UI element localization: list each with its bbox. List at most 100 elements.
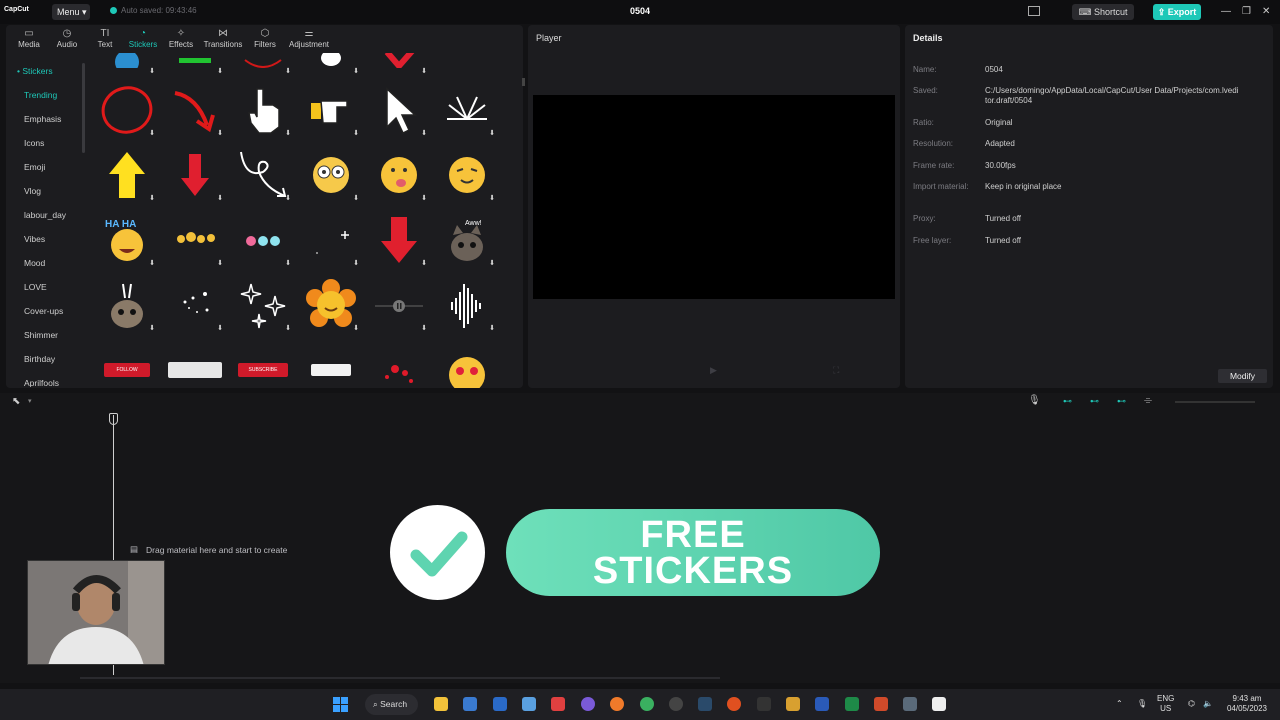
restore-icon[interactable]: ❐ (1242, 6, 1251, 17)
modify-button[interactable]: Modify (1218, 369, 1267, 383)
network-icon[interactable]: ⌬ (1188, 699, 1195, 709)
app-gold-icon[interactable] (786, 697, 800, 711)
app-gray-icon[interactable] (757, 697, 771, 711)
app-red-icon[interactable] (551, 697, 565, 711)
app-orange-icon[interactable] (727, 697, 741, 711)
snap-icon[interactable]: ⊷ (1117, 396, 1126, 407)
category-item[interactable]: Birthday (6, 347, 82, 371)
magnet-icon[interactable]: ⊷ (1090, 396, 1099, 407)
sticker-thumbnail[interactable]: ⬇ (164, 211, 226, 269)
sticker-thumbnail[interactable]: ⬇ (232, 53, 294, 77)
tab-transitions[interactable]: ⋈ Transitions (200, 25, 246, 53)
sticker-thumbnail[interactable]: ⬇ (368, 53, 430, 77)
microphone-icon[interactable]: 🎙 (1028, 395, 1041, 406)
tab-audio[interactable]: ◷ Audio (48, 25, 86, 53)
select-cursor-icon[interactable]: ⬉ (12, 396, 20, 407)
sticker-thumbnail[interactable]: ⬇ (232, 211, 294, 269)
photos-icon[interactable] (522, 697, 536, 711)
sticker-thumbnail[interactable]: ⬇ (300, 53, 362, 77)
sticker-thumbnail[interactable]: ⬇ (164, 276, 226, 334)
sticker-thumbnail[interactable]: ⬇ (368, 211, 430, 269)
sticker-thumbnail[interactable]: ⬇ (368, 276, 430, 334)
sticker-thumbnail[interactable]: ⬇ (436, 81, 498, 139)
sticker-thumbnail[interactable]: ⬇ (368, 341, 430, 388)
zoom-slider[interactable] (1175, 401, 1255, 403)
link-clips-icon[interactable]: ⊷ (1063, 396, 1072, 407)
taskbar-search[interactable]: ⌕ Search (365, 694, 418, 715)
sticker-grid-scrollbar[interactable] (522, 78, 525, 86)
sticker-thumbnail[interactable]: ⬇ (436, 276, 498, 334)
sticker-thumbnail[interactable]: ⬇ (96, 146, 158, 204)
tab-text[interactable]: TI Text (86, 25, 124, 53)
sticker-thumbnail[interactable]: ⬇ (368, 81, 430, 139)
tab-stickers[interactable]: ◔ Stickers (124, 25, 162, 53)
capcut-taskbar-icon[interactable] (932, 697, 946, 711)
category-item[interactable]: Cover-ups (6, 299, 82, 323)
category-item[interactable]: LOVE (6, 275, 82, 299)
timeline-scrollbar[interactable] (80, 677, 720, 679)
category-scrollbar[interactable] (82, 63, 85, 153)
sticker-thumbnail[interactable]: ⬇ (300, 211, 362, 269)
shortcut-button[interactable]: ⌨ Shortcut (1072, 4, 1134, 20)
category-item[interactable]: Trending (6, 83, 82, 107)
store-icon[interactable] (493, 697, 507, 711)
category-item[interactable]: Emoji (6, 155, 82, 179)
sticker-thumbnail[interactable]: SUBSCRIBE⬇ (232, 341, 294, 388)
windows-start-icon[interactable] (333, 697, 348, 712)
category-item[interactable]: Shimmer (6, 323, 82, 347)
app-slate-icon[interactable] (903, 697, 917, 711)
powerpoint-icon[interactable] (874, 697, 888, 711)
chevron-up-icon[interactable]: ⌃ (1116, 699, 1123, 709)
excel-icon[interactable] (845, 697, 859, 711)
layout-icon[interactable] (1028, 6, 1040, 16)
fullscreen-icon[interactable]: ⛶ (833, 365, 839, 376)
viber-icon[interactable] (581, 697, 595, 711)
sticker-thumbnail[interactable]: ⬇ (96, 276, 158, 334)
play-icon[interactable]: ▶ (710, 365, 717, 376)
app-dark-icon[interactable] (669, 697, 683, 711)
sticker-thumbnail[interactable]: ⬇ (300, 81, 362, 139)
category-item[interactable]: Emphasis (6, 107, 82, 131)
video-preview[interactable] (533, 95, 895, 299)
tab-effects[interactable]: ✧ Effects (162, 25, 200, 53)
sticker-thumbnail[interactable]: ⬇ (164, 341, 226, 388)
category-item[interactable]: Icons (6, 131, 82, 155)
app-blue-icon[interactable] (698, 697, 712, 711)
chevron-down-icon[interactable]: ▾ (28, 397, 32, 405)
sticker-thumbnail[interactable]: Aww! ⬇ (436, 211, 498, 269)
file-explorer-icon[interactable] (434, 697, 448, 711)
sticker-thumbnail[interactable]: ⬇ (164, 81, 226, 139)
tab-adjustment[interactable]: ⚌ Adjustment (284, 25, 334, 53)
taskbar-clock[interactable]: 9:43 am 04/05/2023 (1222, 694, 1272, 714)
sticker-thumbnail[interactable] (300, 341, 362, 388)
sticker-thumbnail[interactable]: FOLLOW⬇ (96, 341, 158, 388)
sticker-thumbnail[interactable] (436, 341, 498, 388)
sticker-thumbnail[interactable]: ⬇ (96, 53, 158, 77)
sticker-thumbnail[interactable]: ⬇ (164, 53, 226, 77)
split-icon[interactable]: ⌯ (1144, 395, 1152, 406)
category-item[interactable]: Vlog (6, 179, 82, 203)
category-item[interactable]: Vibes (6, 227, 82, 251)
category-item[interactable]: Aprilfools (6, 371, 82, 387)
microphone-icon[interactable]: 🎙 (1137, 699, 1147, 709)
sticker-thumbnail[interactable]: HA HA ⬇ (96, 211, 158, 269)
chrome-icon[interactable] (640, 697, 654, 711)
widgets-icon[interactable] (463, 697, 477, 711)
sticker-thumbnail[interactable]: ⬇ (368, 146, 430, 204)
sticker-thumbnail[interactable]: ⬇ (232, 81, 294, 139)
word-icon[interactable] (815, 697, 829, 711)
language-indicator[interactable]: ENG US (1157, 694, 1174, 714)
menu-button[interactable]: Menu ▾ (52, 4, 90, 20)
sticker-thumbnail[interactable]: ⬇ (96, 81, 158, 139)
sticker-thumbnail[interactable]: ⬇ (164, 146, 226, 204)
category-header[interactable]: • Stickers (6, 59, 82, 83)
export-button[interactable]: ⇪ Export (1153, 4, 1201, 20)
category-item[interactable]: Mood (6, 251, 82, 275)
firefox-icon[interactable] (610, 697, 624, 711)
sticker-thumbnail[interactable]: ⬇ (232, 146, 294, 204)
tab-media[interactable]: ▭ Media (10, 25, 48, 53)
tab-filters[interactable]: ⬡ Filters (246, 25, 284, 53)
sticker-thumbnail[interactable]: ⬇ (300, 276, 362, 334)
close-icon[interactable]: ✕ (1262, 6, 1270, 17)
minimize-icon[interactable]: — (1221, 6, 1231, 17)
